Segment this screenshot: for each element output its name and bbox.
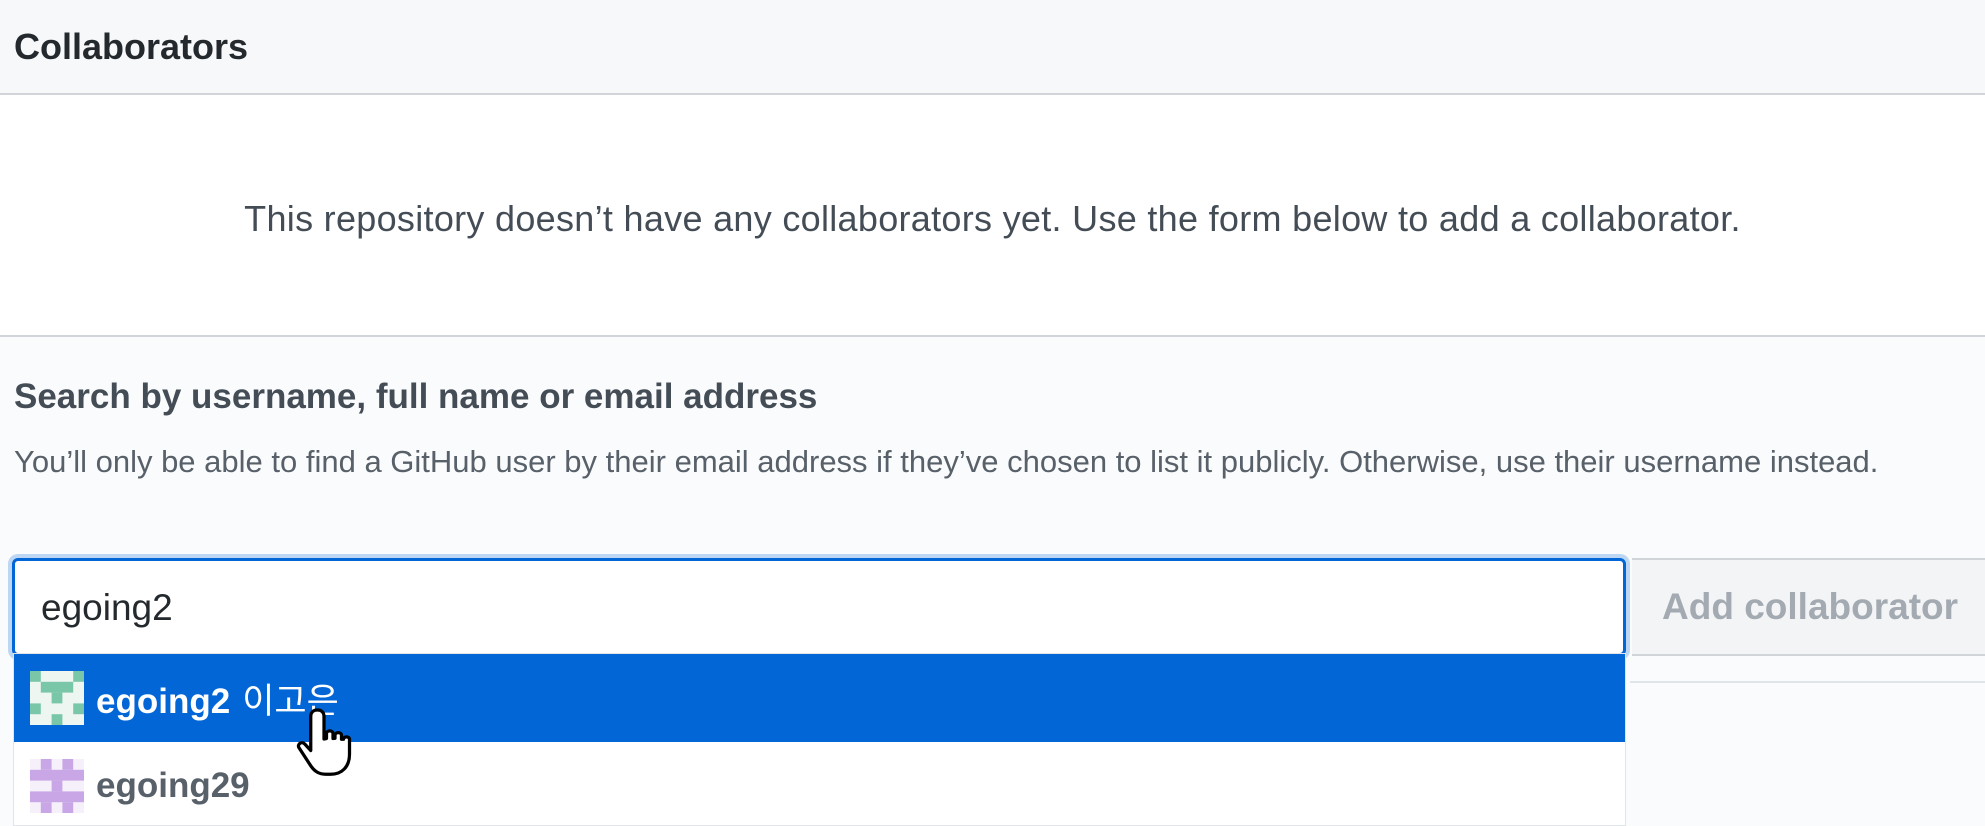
search-input-wrapper[interactable]	[12, 558, 1626, 656]
hand-pointer-icon	[296, 708, 352, 776]
suggestion-item-egoing2[interactable]: egoing2 이고은	[14, 654, 1625, 742]
suggestion-username: egoing2	[96, 681, 231, 721]
suggestion-username: egoing29	[96, 766, 250, 805]
avatar	[30, 759, 84, 813]
section-title: Collaborators	[14, 26, 249, 67]
suggestion-dropdown: egoing2 이고은 egoing29	[13, 653, 1626, 826]
empty-state-message: This repository doesn’t have any collabo…	[244, 198, 1741, 239]
divider	[1630, 681, 1985, 683]
section-header: Collaborators	[0, 0, 1985, 95]
suggestion-item-egoing29[interactable]: egoing29	[14, 742, 1625, 825]
avatar	[30, 671, 84, 725]
search-help-text: You’ll only be able to find a GitHub use…	[14, 444, 1879, 479]
search-input[interactable]	[39, 583, 1543, 633]
add-collaborator-button[interactable]: Add collaborator	[1632, 558, 1985, 656]
empty-state: This repository doesn’t have any collabo…	[0, 95, 1985, 337]
identicon-icon	[30, 671, 84, 725]
search-heading: Search by username, full name or email a…	[14, 377, 818, 416]
identicon-icon	[30, 759, 84, 813]
